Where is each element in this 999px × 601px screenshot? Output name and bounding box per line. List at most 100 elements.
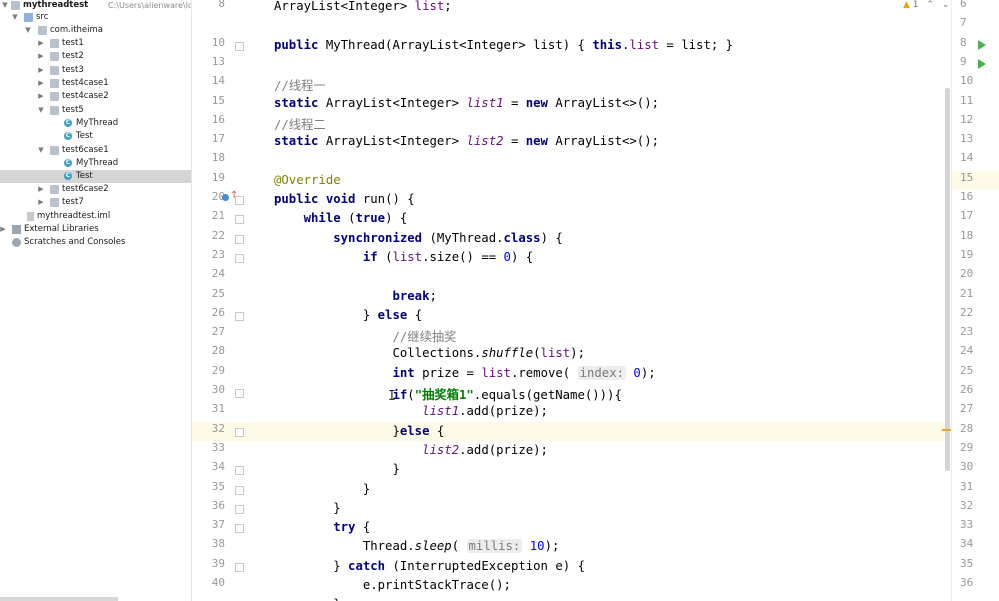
run-icon[interactable] <box>978 39 986 50</box>
code-text: } <box>362 481 371 496</box>
line-number: 32 <box>960 498 974 512</box>
chevron-down-icon[interactable]: ▼ <box>24 24 32 37</box>
package-icon <box>50 146 59 155</box>
line-number: 18 <box>211 151 225 165</box>
chevron-down-icon[interactable]: ⌄ <box>942 0 950 10</box>
tree-item-test6case1[interactable]: ▼ test6case1 <box>0 144 191 157</box>
fold-marker-icon[interactable] <box>235 427 244 437</box>
chevron-right-icon[interactable]: ▶ <box>37 37 45 50</box>
code-line: 28 Collections.shuffle(list); <box>212 344 999 363</box>
code-line: 10 public MyThread(ArrayList<Integer> li… <box>212 36 999 55</box>
line-number: 25 <box>211 286 225 300</box>
code-line: 25 break; <box>212 287 999 306</box>
run-icon[interactable] <box>978 58 986 69</box>
code-line: 15 static ArrayList<Integer> list1 = new… <box>212 94 999 113</box>
code-line: 14 //线程一 <box>212 74 999 94</box>
tree-item-label: MyThread <box>76 158 119 168</box>
tree-item-test4case2[interactable]: ▶ test4case2 <box>0 90 191 103</box>
tree-item-test4case1[interactable]: ▶ test4case1 <box>0 77 191 90</box>
chevron-right-icon[interactable]: ▶ <box>37 196 45 209</box>
line-number: 15 <box>211 93 225 107</box>
code-text: list1.add(prize); <box>422 404 548 419</box>
code-line: 13 <box>212 55 999 74</box>
fold-marker-icon[interactable] <box>235 504 244 514</box>
line-number: 7 <box>960 16 967 30</box>
code-text-area[interactable]: 8 ArrayList<Integer> list; 10 public MyT… <box>192 0 999 601</box>
split-editor-gutter: 6 7 8 9 10 11 12 13 14 15 16 17 18 19 20… <box>951 0 999 601</box>
tree-item-label: test6case1 <box>62 145 109 155</box>
line-number: 24 <box>960 344 974 358</box>
tree-item-package[interactable]: ▼ com.itheima <box>0 24 191 37</box>
inspection-widget[interactable]: ▲ 1 ⌃ ⌄ <box>903 0 949 13</box>
tree-item-iml[interactable]: mythreadtest.iml <box>0 210 191 223</box>
fold-marker-icon[interactable] <box>235 215 244 225</box>
line-number: 20 <box>960 267 974 281</box>
tree-item-mythread[interactable]: C MyThread <box>0 157 191 170</box>
chevron-down-icon[interactable]: ▼ <box>11 11 19 24</box>
chevron-right-icon[interactable]: ▶ <box>37 77 45 90</box>
fold-marker-icon[interactable] <box>235 466 244 476</box>
fold-marker-icon[interactable] <box>235 311 244 321</box>
tree-item-test-selected[interactable]: C Test <box>0 170 191 183</box>
fold-marker-icon[interactable] <box>235 524 244 534</box>
code-text: if (list.size() == 0) { <box>362 249 534 264</box>
fold-marker-icon[interactable] <box>235 234 244 244</box>
chevron-right-icon[interactable]: ▶ <box>37 90 45 103</box>
tree-item-test6case2[interactable]: ▶ test6case2 <box>0 183 191 196</box>
fold-marker-icon[interactable] <box>235 253 244 263</box>
tree-horizontal-scrollbar[interactable] <box>0 597 118 601</box>
chevron-up-icon[interactable]: ⌃ <box>926 0 934 10</box>
fold-marker-icon[interactable] <box>235 485 244 495</box>
tree-item-test7[interactable]: ▶ test7 <box>0 196 191 209</box>
chevron-down-icon[interactable]: ▼ <box>37 144 45 157</box>
chevron-down-icon[interactable]: ▼ <box>37 104 45 117</box>
line-number: 12 <box>960 112 974 126</box>
current-line: 32 }else { <box>192 421 999 441</box>
tree-item-src[interactable]: ▼ src <box>0 11 191 24</box>
fold-marker-icon[interactable] <box>235 41 244 51</box>
tree-item-label: test6case2 <box>62 184 109 194</box>
line-number: 17 <box>211 132 225 146</box>
code-annotation: @Override <box>274 172 341 187</box>
code-comment: //线程一 <box>274 79 326 94</box>
line-number: 15 <box>960 170 974 184</box>
tree-item-scratches[interactable]: Scratches and Consoles <box>0 236 191 249</box>
line-number: 14 <box>211 74 225 88</box>
chevron-right-icon[interactable]: ▶ <box>37 50 45 63</box>
line-number: 19 <box>211 170 225 184</box>
fold-marker-icon[interactable] <box>235 562 244 572</box>
code-line: 22 synchronized (MyThread.class) { <box>212 229 999 248</box>
chevron-right-icon[interactable]: ▶ <box>37 183 45 196</box>
line-number: 16 <box>211 112 225 126</box>
tree-item-test3[interactable]: ▶ test3 <box>0 64 191 77</box>
override-icon[interactable] <box>222 194 229 201</box>
code-text: } catch (InterruptedException e) { <box>333 558 585 573</box>
code-text: } <box>274 597 340 601</box>
fold-marker-icon[interactable] <box>235 389 244 398</box>
code-text: int prize = list.remove( index: 0); <box>392 365 656 380</box>
line-number: 37 <box>211 518 225 532</box>
tree-item-test[interactable]: C Test <box>0 130 191 143</box>
code-editor[interactable]: 8 ArrayList<Integer> list; 10 public MyT… <box>192 0 999 601</box>
chevron-right-icon[interactable]: ▶ <box>0 223 7 236</box>
text-cursor-icon: I <box>388 389 396 404</box>
tree-item-external-libraries[interactable]: ▶ External Libraries <box>0 223 191 236</box>
tree-item-test1[interactable]: ▶ test1 <box>0 37 191 50</box>
editor-vertical-scrollbar[interactable] <box>945 88 950 471</box>
code-text: public MyThread(ArrayList<Integer> list)… <box>274 37 734 52</box>
fold-marker-icon[interactable] <box>235 196 244 205</box>
tree-item-label: com.itheima <box>50 25 104 35</box>
package-icon <box>50 185 59 194</box>
line-number: 14 <box>960 151 974 165</box>
tree-item-mythread[interactable]: C MyThread <box>0 117 191 130</box>
code-line: 38 Thread.sleep( millis: 10); <box>212 537 999 556</box>
code-text: static ArrayList<Integer> list2 = new Ar… <box>274 134 660 149</box>
code-text: static ArrayList<Integer> list1 = new Ar… <box>274 95 660 110</box>
line-number: 39 <box>211 556 225 570</box>
class-icon: C <box>64 119 72 127</box>
tree-item-label: test4case2 <box>62 91 109 101</box>
tree-item-label: src <box>36 12 49 22</box>
chevron-right-icon[interactable]: ▶ <box>37 64 45 77</box>
tree-item-test2[interactable]: ▶ test2 <box>0 50 191 63</box>
tree-item-test5[interactable]: ▼ test5 <box>0 104 191 117</box>
